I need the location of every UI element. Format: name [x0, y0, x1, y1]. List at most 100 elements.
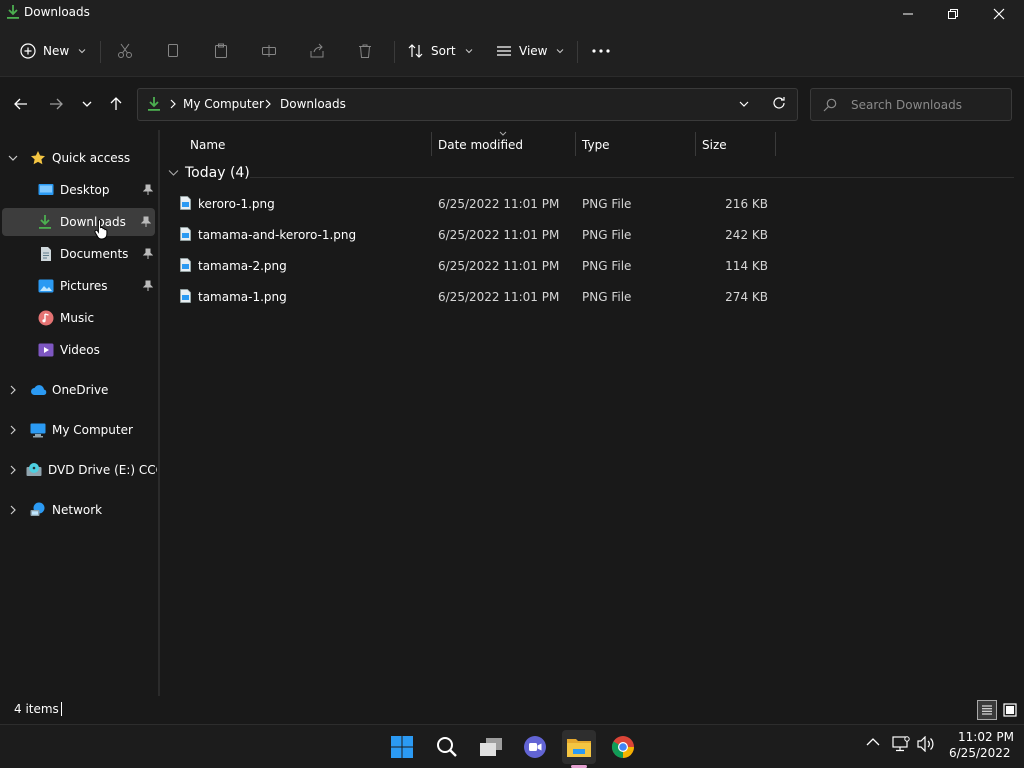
clock-date[interactable]: 6/25/2022: [949, 746, 1011, 760]
minimize-icon: [903, 13, 913, 15]
chevron-down-icon: [739, 101, 749, 107]
breadcrumb-my-computer[interactable]: My Computer: [183, 97, 264, 111]
file-name: keroro-1.png: [198, 197, 275, 211]
chevron-right-icon[interactable]: [8, 505, 22, 515]
volume-button[interactable]: [917, 736, 935, 752]
column-separator[interactable]: [431, 132, 432, 156]
group-header-today[interactable]: Today (4): [168, 165, 250, 181]
file-type: PNG File: [582, 259, 632, 273]
sidebar-item-label: DVD Drive (E:) CCCOMA_X64FRE: [48, 463, 157, 477]
sidebar-item-label: Pictures: [60, 279, 108, 293]
status-divider: [61, 702, 62, 716]
column-separator[interactable]: [695, 132, 696, 156]
refresh-button[interactable]: [772, 96, 786, 110]
sidebar-item-quick-access[interactable]: Quick access: [0, 144, 157, 172]
chrome-taskbar-button[interactable]: [606, 730, 640, 764]
start-button[interactable]: [385, 730, 419, 764]
column-separator[interactable]: [575, 132, 576, 156]
file-type: PNG File: [582, 228, 632, 242]
table-row[interactable]: keroro-1.png 6/25/2022 11:01 PM PNG File…: [176, 189, 936, 220]
sidebar-item-my-computer[interactable]: My Computer: [0, 416, 157, 444]
close-icon: [993, 8, 1005, 20]
plus-circle-icon: [20, 43, 36, 59]
clock-time[interactable]: 11:02 PM: [958, 730, 1014, 744]
details-view-button[interactable]: [977, 700, 997, 720]
chevron-right-icon[interactable]: [8, 385, 22, 395]
column-header-date-modified[interactable]: Date modified: [438, 138, 523, 152]
restore-icon: [948, 9, 958, 19]
more-options-button[interactable]: [592, 36, 610, 66]
view-button[interactable]: View: [496, 36, 564, 66]
view-label: View: [519, 44, 548, 58]
sidebar-item-music[interactable]: Music: [0, 304, 157, 332]
file-date: 6/25/2022 11:01 PM: [438, 290, 560, 304]
address-history-dropdown[interactable]: [738, 98, 750, 110]
column-header-type[interactable]: Type: [582, 138, 610, 152]
chat-button[interactable]: [518, 730, 552, 764]
separator: [577, 41, 578, 63]
file-explorer-taskbar-button[interactable]: [562, 730, 596, 764]
rename-button[interactable]: [261, 36, 277, 66]
sidebar-item-downloads[interactable]: Downloads: [2, 208, 155, 236]
chevron-right-icon[interactable]: [8, 465, 18, 475]
recent-locations-button[interactable]: [74, 91, 100, 117]
restore-button[interactable]: [930, 0, 976, 28]
share-icon: [310, 43, 324, 58]
task-view-button[interactable]: [474, 730, 508, 764]
status-bar: 4 items: [0, 696, 1024, 724]
separator: [100, 41, 101, 63]
pin-icon: [143, 280, 153, 292]
minimize-button[interactable]: [885, 0, 931, 28]
cut-button[interactable]: [117, 36, 133, 66]
share-button[interactable]: [309, 36, 325, 66]
chevron-down-icon[interactable]: [8, 153, 22, 163]
column-header-name[interactable]: Name: [190, 138, 225, 152]
chevron-down-icon: [168, 170, 179, 176]
star-icon: [30, 150, 46, 166]
search-input[interactable]: Search Downloads: [851, 98, 962, 112]
column-separator[interactable]: [775, 132, 776, 156]
sort-button[interactable]: Sort: [408, 36, 473, 66]
chevron-up-icon: [866, 738, 880, 746]
new-button[interactable]: New: [20, 36, 86, 66]
up-button[interactable]: [103, 91, 129, 117]
windows-logo-icon: [391, 736, 413, 758]
sidebar-item-onedrive[interactable]: OneDrive: [0, 376, 157, 404]
group-label: Today (4): [185, 165, 250, 181]
tiles-view-icon: [1003, 703, 1017, 717]
table-row[interactable]: tamama-and-keroro-1.png 6/25/2022 11:01 …: [176, 220, 936, 251]
sidebar-item-videos[interactable]: Videos: [0, 336, 157, 364]
sidebar-item-network[interactable]: Network: [0, 496, 157, 524]
close-button[interactable]: [976, 0, 1022, 28]
table-row[interactable]: tamama-1.png 6/25/2022 11:01 PM PNG File…: [176, 282, 936, 313]
chevron-right-icon[interactable]: [8, 425, 22, 435]
address-bar[interactable]: My Computer Downloads: [137, 88, 798, 121]
large-icons-view-button[interactable]: [1000, 700, 1020, 720]
chevron-down-icon: [557, 49, 564, 54]
search-icon: [437, 737, 457, 757]
download-icon: [38, 214, 54, 230]
paste-button[interactable]: [213, 36, 229, 66]
taskbar-search-button[interactable]: [430, 730, 464, 764]
back-button[interactable]: [8, 91, 34, 117]
network-status-button[interactable]: [892, 736, 910, 752]
music-icon: [38, 310, 54, 326]
file-type: PNG File: [582, 290, 632, 304]
sort-label: Sort: [431, 44, 456, 58]
show-hidden-icons-button[interactable]: [866, 737, 880, 747]
breadcrumb-downloads[interactable]: Downloads: [280, 97, 346, 111]
sidebar-item-dvd-drive[interactable]: DVD Drive (E:) CCCOMA_X64FRE: [0, 456, 157, 484]
navigation-pane: Quick access Desktop Downloads Documents…: [0, 130, 158, 696]
delete-button[interactable]: [357, 36, 373, 66]
file-size: 216 KB: [725, 197, 768, 211]
column-header-size[interactable]: Size: [702, 138, 727, 152]
forward-button[interactable]: [43, 91, 69, 117]
title-bar: Downloads: [0, 0, 1024, 28]
table-row[interactable]: tamama-2.png 6/25/2022 11:01 PM PNG File…: [176, 251, 936, 282]
document-icon: [38, 246, 54, 262]
sidebar-item-pictures[interactable]: Pictures: [0, 272, 157, 300]
copy-button[interactable]: [165, 36, 181, 66]
sidebar-item-documents[interactable]: Documents: [0, 240, 157, 268]
search-box[interactable]: Search Downloads: [810, 88, 1012, 121]
sidebar-item-desktop[interactable]: Desktop: [0, 176, 157, 204]
